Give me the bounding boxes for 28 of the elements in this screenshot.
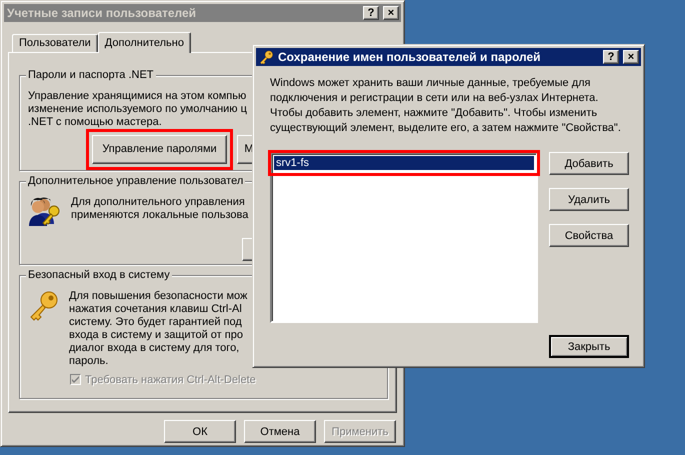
group-title: Пароли и паспорта .NET [26,68,156,81]
key-icon [28,290,60,322]
help-button[interactable]: ? [603,50,619,64]
dialog-button[interactable]: Свойства [549,224,629,247]
dialog-title: Сохранение имен пользователей и паролей [278,50,542,64]
tab[interactable]: Дополнительно [98,32,191,53]
dialog-button[interactable]: Отмена [244,420,316,443]
check-mark-icon [72,376,79,384]
dialog-button[interactable]: Удалить [549,188,629,211]
tab[interactable]: Пользователи [12,34,98,52]
credentials-list[interactable]: srv1-fs [270,152,538,323]
group-description: Для повышения безопасности мож нажатия сочетания клавиш Ctrl-Al систему. Это будет гарантией под входа в систему и защитой от про диалог входа в систему для того, пароль. [69,290,248,368]
group-description: Для дополнительного управления применяются локальные пользова [71,196,248,222]
window-title: Учетные записи пользователей [7,6,198,20]
dialog-button[interactable]: ОК [164,420,236,443]
list-item[interactable]: srv1-fs [274,156,534,170]
dialog-description: Windows может хранить ваши личные данные, требуемые для подключения и регистрации в сети или на веб-узлах Интернета. Чтобы добавить элемент, нажмите "Добавить". Чтобы изменить существующий элемент, выделите его, а затем нажмите "Свойства". [270,76,621,136]
dialog-button[interactable]: Добавить [549,152,629,175]
key-icon [259,50,274,64]
manage-passwords-button[interactable]: Управление паролями [92,134,227,164]
group-description: Управление хранящимися на этом компью изменение используемого по умолчанию ц .NET с помощью мастера. [28,90,247,129]
group-title: Дополнительное управление пользовател [26,174,246,187]
help-button[interactable]: ? [363,6,379,20]
close-dialog-button[interactable]: Закрыть [549,335,629,358]
close-button[interactable]: × [383,6,399,20]
group-title: Безопасный вход в систему [26,268,172,281]
users-key-icon [28,196,62,228]
close-button[interactable]: × [623,50,639,64]
